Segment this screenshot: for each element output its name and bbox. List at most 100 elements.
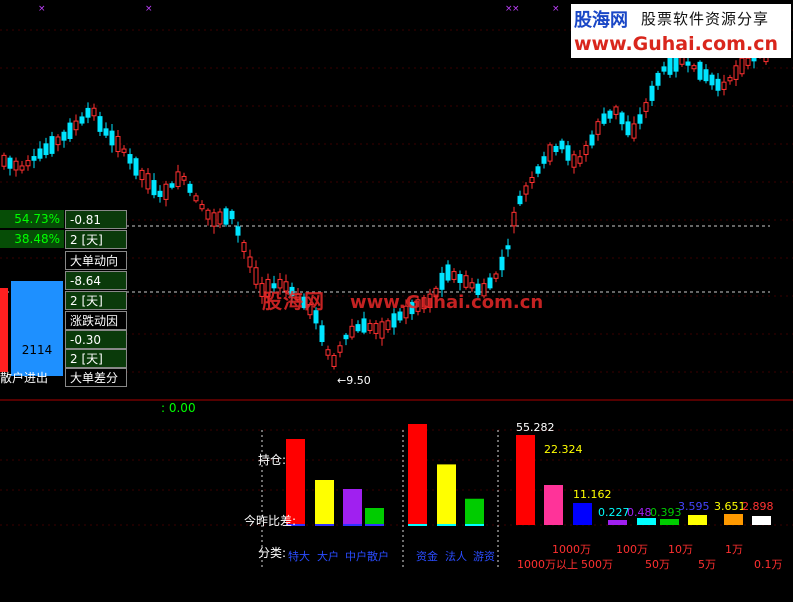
top-x-marker: × bbox=[145, 4, 153, 14]
row3-days: 2 [天] bbox=[65, 349, 127, 368]
category-label: 特大 bbox=[288, 549, 310, 563]
bar-value-label: 55.282 bbox=[516, 421, 555, 434]
candle-body bbox=[721, 81, 727, 90]
candle-body bbox=[109, 130, 115, 146]
candle-body bbox=[133, 158, 139, 176]
bar-1000万 bbox=[573, 503, 592, 525]
bar-baseline-marker bbox=[315, 524, 334, 526]
candle-body bbox=[649, 85, 655, 101]
bar-value-label: 11.162 bbox=[573, 488, 612, 501]
candle-body bbox=[355, 324, 361, 332]
category-label: 资金 bbox=[416, 549, 438, 563]
candle-body bbox=[499, 256, 505, 271]
bar-value-label: 3.595 bbox=[678, 500, 710, 513]
candle-body bbox=[541, 156, 547, 164]
candle-body bbox=[595, 121, 601, 135]
candle-body bbox=[205, 209, 211, 220]
pct-value-1: 54.73% bbox=[0, 210, 64, 228]
candle-body bbox=[529, 176, 535, 184]
candle-body bbox=[379, 321, 385, 339]
candle-body bbox=[181, 175, 187, 181]
top-x-marker: × bbox=[552, 4, 560, 14]
candle-body bbox=[247, 256, 253, 268]
candle-body bbox=[445, 264, 451, 281]
candle-body bbox=[175, 171, 181, 188]
bar-value-label: 0.227 bbox=[598, 506, 630, 519]
bar-value-label: 22.324 bbox=[544, 443, 583, 456]
candle-body bbox=[37, 148, 43, 159]
class-label-row1: 10万 bbox=[668, 543, 693, 556]
candle-body bbox=[79, 116, 85, 124]
candle-body bbox=[163, 183, 169, 200]
class-label-row2: 50万 bbox=[645, 558, 670, 571]
candle-body bbox=[55, 136, 61, 146]
bar-大户 bbox=[315, 480, 334, 525]
bar-baseline-marker bbox=[408, 524, 427, 526]
candle-body bbox=[553, 145, 559, 153]
bottom-label: 散户进出 bbox=[0, 371, 49, 385]
row1-label: 大单动向 bbox=[65, 251, 127, 270]
row3-value: -0.30 bbox=[65, 330, 127, 349]
candle-body bbox=[139, 169, 145, 181]
candle-body bbox=[31, 156, 37, 161]
row1-days: 2 [天] bbox=[65, 230, 127, 249]
candle-body bbox=[7, 157, 13, 169]
candle-body bbox=[457, 274, 463, 283]
candle-body bbox=[367, 323, 373, 331]
candle-body bbox=[19, 165, 25, 171]
candle-body bbox=[589, 134, 595, 146]
low-price-marker: ←9.50 bbox=[337, 374, 371, 387]
candle-body bbox=[43, 143, 49, 156]
candle-body bbox=[523, 185, 529, 195]
bar-0.1万 bbox=[752, 516, 771, 525]
candle-body bbox=[397, 311, 403, 321]
diff-label: 今昨比差: bbox=[244, 514, 297, 528]
candle-body bbox=[61, 131, 67, 141]
logo-tagline: 股票软件资源分享 bbox=[641, 10, 770, 28]
candle-body bbox=[667, 57, 673, 75]
class-label-row1: 1000万 bbox=[552, 543, 591, 556]
top-x-marker: × bbox=[512, 4, 520, 14]
candle-body bbox=[223, 208, 229, 225]
category-label: 大户 bbox=[317, 549, 339, 563]
candle-body bbox=[469, 282, 475, 289]
candle-body bbox=[325, 349, 331, 356]
bar-50万 bbox=[637, 518, 656, 525]
row2-days: 2 [天] bbox=[65, 291, 127, 310]
candle-body bbox=[331, 355, 337, 367]
class-label-row1: 100万 bbox=[616, 543, 648, 556]
bar-value-label: 2.898 bbox=[742, 500, 774, 513]
candle-body bbox=[733, 65, 739, 80]
class-label-row2: 0.1万 bbox=[754, 558, 783, 571]
candle-body bbox=[115, 135, 121, 153]
bar-散户 bbox=[365, 508, 384, 525]
candle-body bbox=[349, 325, 355, 338]
candle-body bbox=[709, 74, 715, 86]
candle-body bbox=[613, 106, 619, 115]
top-x-marker: × bbox=[38, 4, 46, 14]
candle-body bbox=[211, 212, 217, 227]
candle-body bbox=[685, 61, 691, 66]
candle-body bbox=[13, 160, 19, 171]
candle-body bbox=[715, 78, 721, 91]
bar-500万 bbox=[544, 485, 563, 525]
candle-body bbox=[517, 195, 523, 205]
candle-body bbox=[151, 180, 157, 196]
bar-100万 bbox=[608, 520, 627, 525]
bar-baseline-marker bbox=[465, 524, 484, 526]
category-label: 中户 bbox=[345, 549, 367, 563]
candle-body bbox=[187, 183, 193, 193]
candle-body bbox=[385, 320, 391, 331]
bar-value-label: 3.651 bbox=[714, 500, 746, 513]
blue-volume-block bbox=[11, 281, 63, 376]
bar-中户 bbox=[343, 489, 362, 525]
candle-body bbox=[343, 334, 349, 340]
row1-value: -0.81 bbox=[65, 210, 127, 229]
category-label: 法人 bbox=[445, 549, 467, 563]
candle-body bbox=[463, 275, 469, 288]
class-label: 分类: bbox=[258, 546, 287, 560]
logo-url: www.Guhai.com.cn bbox=[574, 33, 778, 55]
candle-body bbox=[571, 154, 577, 168]
candle-body bbox=[631, 123, 637, 139]
candle-body bbox=[121, 148, 127, 153]
